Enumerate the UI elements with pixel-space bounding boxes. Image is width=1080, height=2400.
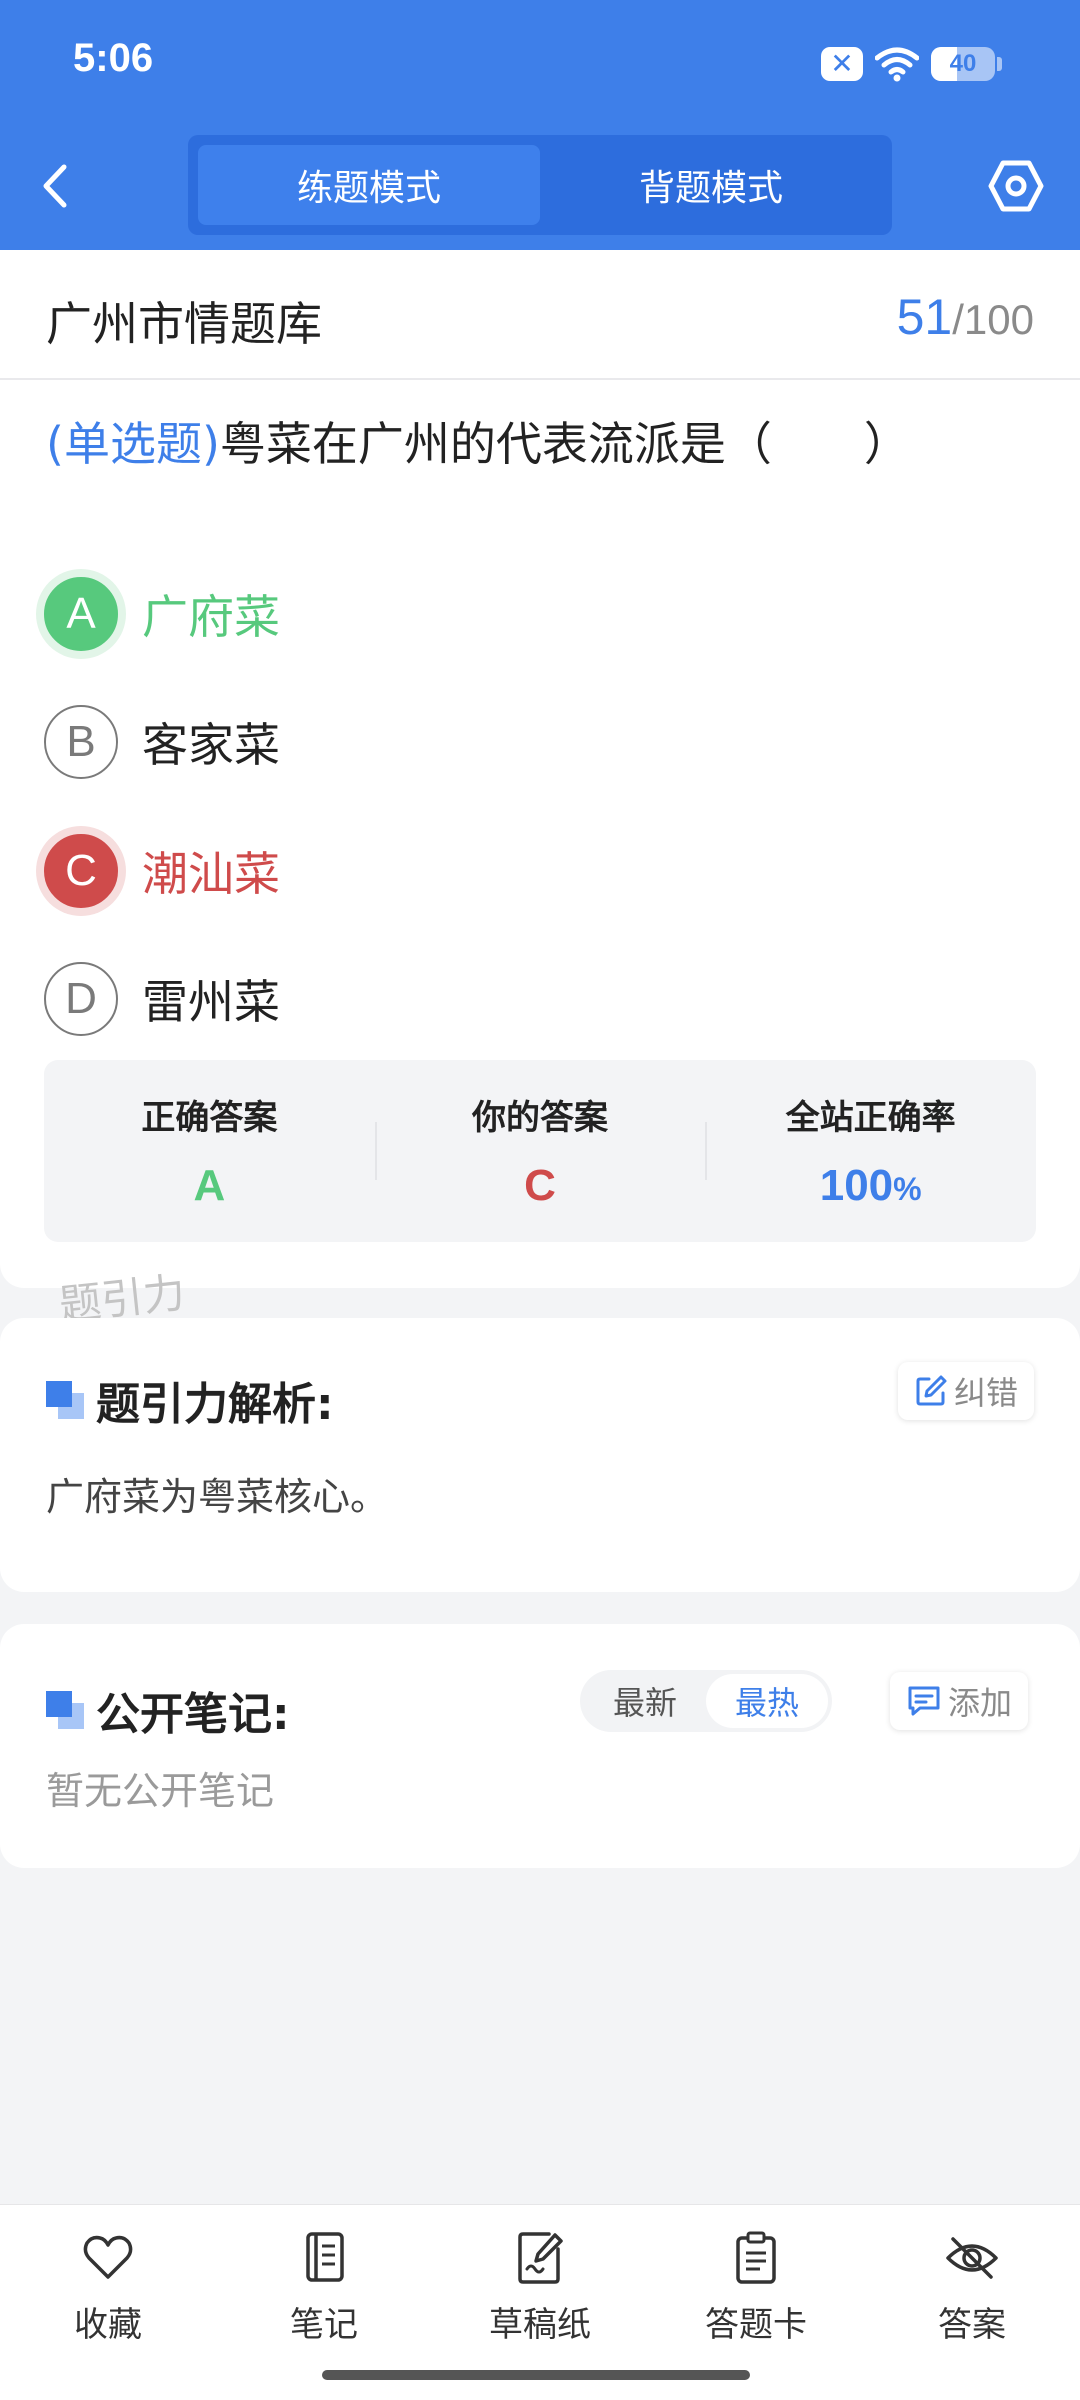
back-button[interactable]	[40, 158, 90, 214]
eye-off-icon	[946, 2237, 998, 2279]
analysis-card: 题引力解析: 纠错 广府菜为粤菜核心。	[0, 1318, 1080, 1592]
question-card: 广州市情题库 51/100 (单选题)粤菜在广州的代表流派是（ ） A 广府菜 …	[0, 250, 1080, 1288]
section-mark-icon	[46, 1381, 84, 1419]
accuracy-unit: %	[893, 1171, 922, 1207]
status-time: 5:06	[73, 36, 154, 80]
tab-practice-mode[interactable]: 练题模式	[198, 145, 540, 225]
draft-paper-label: 草稿纸	[489, 2305, 591, 2345]
correct-answer-value: A	[193, 1161, 226, 1210]
option-text: 客家菜	[142, 718, 280, 772]
question-stem: (单选题)粤菜在广州的代表流派是（ ）	[46, 408, 910, 474]
comment-icon	[908, 1686, 940, 1716]
draft-paper-icon	[518, 2232, 563, 2284]
report-error-label: 纠错	[954, 1374, 1019, 1412]
app-header: 5:06 ✕ 40 练题模式 背题模式	[0, 0, 1080, 250]
notes-title: 公开笔记:	[96, 1689, 290, 1740]
accuracy-number: 100	[819, 1161, 894, 1210]
option-letter: A	[44, 577, 118, 651]
question-bank-title: 广州市情题库	[46, 297, 322, 351]
notebook-icon	[306, 2232, 344, 2282]
analysis-header: 题引力解析:	[46, 1368, 334, 1432]
your-answer-column: 你的答案 C	[374, 1060, 706, 1242]
home-indicator[interactable]	[322, 2370, 750, 2380]
divider	[0, 378, 1080, 380]
settings-button[interactable]	[988, 158, 1044, 214]
notes-header: 公开笔记:	[46, 1678, 290, 1742]
option-text: 潮汕菜	[142, 847, 280, 901]
chevron-left-icon	[43, 164, 67, 208]
show-answer-label: 答案	[938, 2305, 1006, 2345]
option-b[interactable]: B 客家菜	[44, 704, 280, 780]
accuracy-column: 全站正确率 100%	[705, 1060, 1036, 1242]
correct-answer-column: 正确答案 A	[44, 1060, 375, 1242]
favorite-label: 收藏	[74, 2305, 142, 2345]
hexagon-gear-icon	[988, 160, 1044, 212]
show-answer-button[interactable]: 答案	[864, 2205, 1080, 2400]
empty-notes-text: 暂无公开笔记	[46, 1769, 275, 1813]
counter-separator: /	[952, 296, 964, 343]
add-note-button[interactable]: 添加	[890, 1672, 1029, 1730]
notes-label: 笔记	[290, 2305, 358, 2345]
answer-sheet-icon	[736, 2231, 776, 2284]
notes-sort-toggle: 最新 最热	[580, 1670, 832, 1732]
edit-icon	[916, 1375, 947, 1406]
current-question-number: 51	[896, 289, 953, 345]
no-sim-icon: ✕	[821, 47, 863, 81]
section-mark-icon	[46, 1691, 84, 1729]
question-text: 粤菜在广州的代表流派是（ ）	[219, 417, 910, 471]
sort-latest[interactable]: 最新	[584, 1674, 706, 1728]
your-answer-value: C	[524, 1161, 556, 1210]
battery-tip	[997, 57, 1002, 71]
question-type: (单选题)	[46, 417, 220, 471]
battery-level: 40	[949, 50, 977, 77]
battery-icon: 40	[931, 47, 995, 81]
add-note-label: 添加	[948, 1684, 1013, 1722]
option-letter: C	[44, 834, 118, 908]
option-c[interactable]: C 潮汕菜	[44, 833, 280, 909]
total-question-count: 100	[963, 296, 1034, 343]
option-text: 雷州菜	[142, 975, 280, 1029]
analysis-title: 题引力解析:	[96, 1379, 334, 1430]
option-letter: B	[44, 705, 118, 779]
correct-answer-label: 正确答案	[141, 1098, 278, 1138]
accuracy-label: 全站正确率	[785, 1098, 956, 1138]
report-error-button[interactable]: 纠错	[898, 1362, 1035, 1420]
sort-hottest[interactable]: 最热	[706, 1674, 828, 1728]
option-a[interactable]: A 广府菜	[44, 576, 280, 652]
question-counter: 51/100	[897, 288, 1034, 346]
option-letter: D	[44, 962, 118, 1036]
heart-icon	[83, 2235, 133, 2279]
answer-summary: 正确答案 A 你的答案 C 全站正确率 100%	[44, 1060, 1036, 1242]
accuracy-value: 100%	[820, 1161, 922, 1211]
wifi-icon	[875, 47, 919, 82]
public-notes-card: 公开笔记: 最新 最热 添加 暂无公开笔记	[0, 1624, 1080, 1868]
analysis-text: 广府菜为粤菜核心。	[46, 1475, 389, 1519]
option-d[interactable]: D 雷州菜	[44, 961, 280, 1037]
favorite-button[interactable]: 收藏	[0, 2205, 216, 2400]
tab-recite-mode[interactable]: 背题模式	[540, 145, 882, 225]
your-answer-label: 你的答案	[472, 1098, 608, 1138]
mode-tabs: 练题模式 背题模式	[188, 135, 892, 235]
status-icons: ✕ 40	[821, 44, 1002, 84]
option-text: 广府菜	[142, 590, 280, 644]
answer-sheet-label: 答题卡	[705, 2305, 807, 2345]
